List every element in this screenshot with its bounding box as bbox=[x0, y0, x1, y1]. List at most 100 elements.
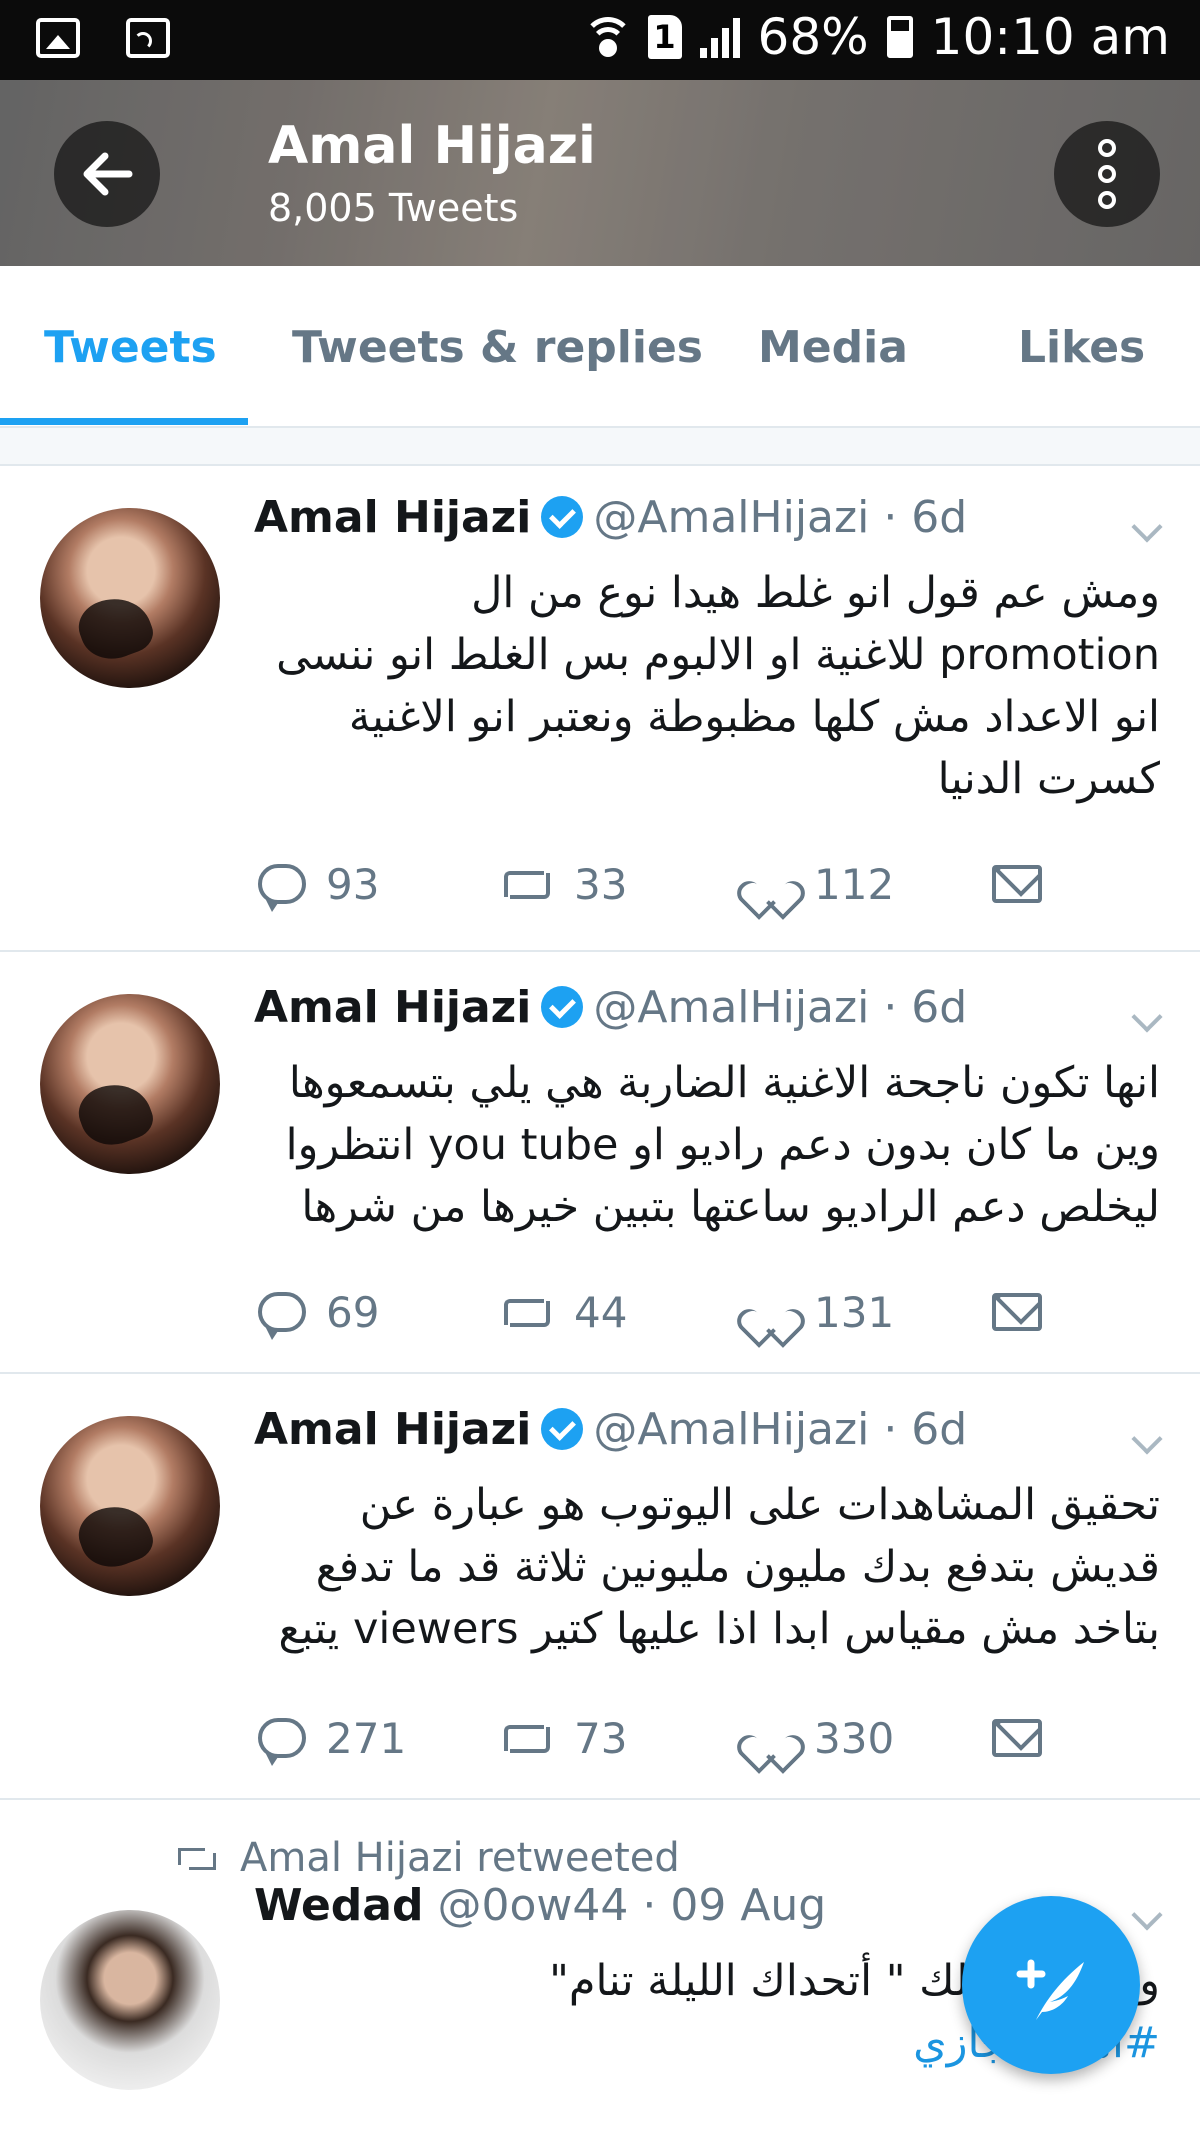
direct-message-button[interactable] bbox=[992, 1708, 1042, 1768]
retweet-icon bbox=[500, 1293, 554, 1331]
retweet-count: 44 bbox=[574, 1287, 628, 1337]
retweet-count: 33 bbox=[574, 859, 628, 909]
chevron-down-icon[interactable] bbox=[1131, 1423, 1163, 1455]
chevron-down-icon[interactable] bbox=[1131, 511, 1163, 543]
screencast-notification-icon bbox=[126, 18, 170, 58]
retweet-count: 73 bbox=[574, 1713, 628, 1763]
dot-icon bbox=[1098, 165, 1116, 183]
chevron-down-icon[interactable] bbox=[1131, 1899, 1163, 1931]
arrow-left-icon bbox=[83, 152, 133, 196]
dot-icon bbox=[1098, 191, 1116, 209]
tweet[interactable]: Amal Hijazi @AmalHijazi · 6d ومش عم قول ا… bbox=[0, 466, 1200, 952]
retweeted-by-label: Amal Hijazi retweeted bbox=[178, 1835, 680, 1881]
sim-indicator: 1 bbox=[647, 15, 682, 59]
reply-count: 271 bbox=[326, 1713, 407, 1763]
retweet-icon bbox=[178, 1844, 216, 1872]
tweet-header: Wedad @0ow44 · 09 Aug bbox=[254, 1880, 826, 1931]
retweet-icon bbox=[500, 865, 554, 903]
back-button[interactable] bbox=[54, 121, 160, 227]
heart-icon bbox=[748, 863, 794, 905]
battery-charging-icon bbox=[886, 16, 913, 58]
tab-likes[interactable]: Likes bbox=[1018, 322, 1145, 373]
profile-header: Amal Hijazi 8,005 Tweets bbox=[0, 80, 1200, 266]
profile-name: Amal Hijazi bbox=[268, 116, 596, 176]
like-count: 131 bbox=[814, 1287, 895, 1337]
compose-tweet-button[interactable] bbox=[962, 1896, 1140, 2074]
dot-icon bbox=[1098, 139, 1116, 157]
tweet-text: تحقيق المشاهدات على اليوتوب هو عبارة عن … bbox=[254, 1474, 1160, 1660]
tweet[interactable]: Amal Hijazi @AmalHijazi · 6d تحقيق المشاه… bbox=[0, 1374, 1200, 1800]
tweet-line: تحقيق المشاهدات على اليوتوب هو عبارة عن bbox=[359, 1480, 1160, 1530]
tweet-line: وين ما كان بدون دعم راديو او you tube ان… bbox=[285, 1120, 1160, 1170]
battery-percent: 68% bbox=[757, 8, 869, 66]
tweet[interactable]: Amal Hijazi @AmalHijazi · 6d انها تكون نا… bbox=[0, 952, 1200, 1374]
like-button[interactable]: 112 bbox=[748, 854, 894, 914]
reply-icon bbox=[258, 1718, 306, 1766]
tweet-line: بتاخد مش مقياس ابدا اذا عليها كتير viewe… bbox=[278, 1604, 1160, 1654]
tweet-line: انها تكون ناجحة الاغنية الضاربة هي يلي ب… bbox=[288, 1058, 1160, 1108]
author-handle: @AmalHijazi · 6d bbox=[593, 982, 968, 1033]
timeline-separator bbox=[0, 428, 1200, 466]
author-name[interactable]: Amal Hijazi bbox=[254, 492, 531, 543]
reply-button[interactable]: 93 bbox=[258, 854, 379, 914]
profile-tabs: Tweets Tweets & replies Media Likes bbox=[0, 266, 1200, 428]
retweet-button[interactable]: 33 bbox=[500, 854, 627, 914]
tab-tweets-and-replies[interactable]: Tweets & replies bbox=[292, 322, 703, 373]
gallery-notification-icon bbox=[36, 18, 80, 58]
reply-icon bbox=[258, 1292, 306, 1340]
author-handle: @AmalHijazi · 6d bbox=[593, 1404, 968, 1455]
retweet-button[interactable]: 73 bbox=[500, 1708, 627, 1768]
retweeted-by-text: Amal Hijazi retweeted bbox=[240, 1835, 680, 1881]
tab-tweets[interactable]: Tweets bbox=[44, 322, 217, 373]
author-name[interactable]: Amal Hijazi bbox=[254, 982, 531, 1033]
reply-count: 69 bbox=[326, 1287, 380, 1337]
like-count: 112 bbox=[814, 859, 895, 909]
status-bar: 1 68% 10:10 am bbox=[0, 0, 1200, 80]
envelope-icon bbox=[992, 1293, 1042, 1331]
verified-badge-icon bbox=[541, 986, 584, 1028]
tweet-text: انها تكون ناجحة الاغنية الضاربة هي يلي ب… bbox=[254, 1052, 1160, 1238]
tweet-line: ومش عم قول انو غلط هيدا نوع من ال bbox=[471, 568, 1160, 618]
tweet-header: Amal Hijazi @AmalHijazi · 6d bbox=[254, 1404, 967, 1455]
avatar[interactable] bbox=[40, 508, 220, 688]
like-button[interactable]: 131 bbox=[748, 1282, 894, 1342]
tweet-header: Amal Hijazi @AmalHijazi · 6d bbox=[254, 982, 967, 1033]
verified-badge-icon bbox=[541, 496, 584, 538]
more-options-button[interactable] bbox=[1054, 121, 1160, 227]
reply-button[interactable]: 69 bbox=[258, 1282, 379, 1342]
heart-icon bbox=[748, 1717, 794, 1759]
active-tab-indicator bbox=[0, 418, 248, 425]
author-name[interactable]: Amal Hijazi bbox=[254, 1404, 531, 1455]
author-handle: @0ow44 · 09 Aug bbox=[437, 1880, 827, 1931]
envelope-icon bbox=[992, 865, 1042, 903]
chevron-down-icon[interactable] bbox=[1131, 1001, 1163, 1033]
tweet-header: Amal Hijazi @AmalHijazi · 6d bbox=[254, 492, 967, 543]
reply-button[interactable]: 271 bbox=[258, 1708, 406, 1768]
tweet-text: ومش عم قول انو غلط هيدا نوع من ال promot… bbox=[254, 562, 1160, 810]
wifi-icon bbox=[582, 15, 633, 59]
heart-icon bbox=[748, 1291, 794, 1333]
tweet-line: كسرت الدنيا bbox=[937, 754, 1160, 804]
author-handle: @AmalHijazi · 6d bbox=[593, 492, 968, 543]
signal-icon bbox=[699, 16, 740, 58]
like-count: 330 bbox=[814, 1713, 895, 1763]
compose-feather-icon bbox=[1016, 1959, 1084, 2020]
author-name[interactable]: Wedad bbox=[254, 1880, 424, 1931]
avatar[interactable] bbox=[40, 1910, 220, 2090]
like-button[interactable]: 330 bbox=[748, 1708, 894, 1768]
direct-message-button[interactable] bbox=[992, 854, 1042, 914]
avatar[interactable] bbox=[40, 994, 220, 1174]
avatar[interactable] bbox=[40, 1416, 220, 1596]
verified-badge-icon bbox=[541, 1408, 584, 1450]
tab-media[interactable]: Media bbox=[758, 322, 908, 373]
retweet-button[interactable]: 44 bbox=[500, 1282, 627, 1342]
retweet-icon bbox=[500, 1719, 554, 1757]
reply-icon bbox=[258, 864, 306, 912]
tweet-actions: 271 73 330 bbox=[254, 1708, 1094, 1768]
tweet-line: قديش بتدفع بدك مليون مليونين ثلاثة قد ما… bbox=[315, 1542, 1160, 1592]
tweet-line: انو الاعداد مش كلها مظبوطة ونعتبر انو ال… bbox=[348, 692, 1160, 742]
envelope-icon bbox=[992, 1719, 1042, 1757]
tweet-count: 8,005 Tweets bbox=[268, 186, 519, 230]
tweet-line: promotion للاغنية او الالبوم بس الغلط ان… bbox=[276, 630, 1160, 680]
direct-message-button[interactable] bbox=[992, 1282, 1042, 1342]
